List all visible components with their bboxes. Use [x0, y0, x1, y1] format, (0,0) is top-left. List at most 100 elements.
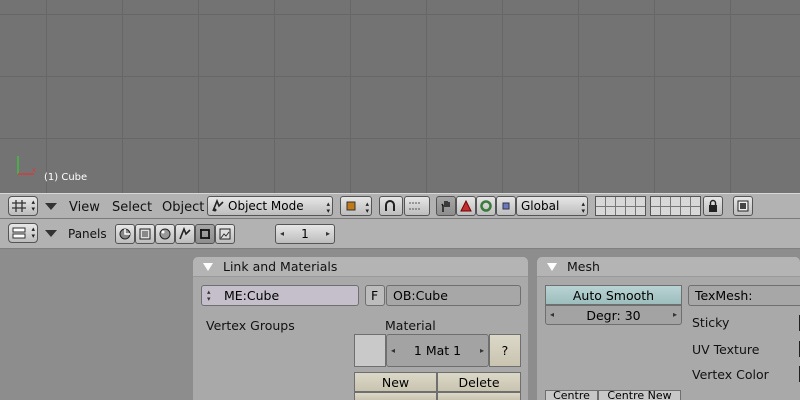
- object-datablock-value: OB:Cube: [393, 288, 448, 303]
- lock-toggle[interactable]: [703, 196, 723, 216]
- translate-manipulator[interactable]: [456, 196, 476, 216]
- updown-arrows-icon: ▴ ▾: [581, 200, 585, 215]
- hand-icon: [437, 196, 455, 216]
- panels-label: Panels: [68, 227, 107, 241]
- vertex-groups-label: Vertex Groups: [206, 318, 295, 333]
- buttons-window-header: ▴ ▾ Panels ◂ 1 ▸: [0, 219, 800, 249]
- orientation-label: Global: [521, 199, 560, 213]
- scene-image-icon: [216, 224, 234, 244]
- shading-context-button[interactable]: [155, 224, 175, 244]
- script-icon: [136, 224, 154, 244]
- mesh-datablock-field[interactable]: ▴ ▾ ME:Cube: [201, 285, 359, 306]
- collapse-menu-triangle-icon[interactable]: [45, 203, 57, 210]
- new-label: New: [381, 374, 410, 390]
- sphere-icon: [156, 224, 174, 244]
- collapse-menu-triangle-icon[interactable]: [45, 230, 57, 237]
- 3d-viewport[interactable]: x (1) Cube: [0, 0, 800, 193]
- updown-arrows-icon: ▴ ▾: [326, 200, 330, 215]
- orientation-selector[interactable]: Global ▴ ▾: [516, 196, 588, 216]
- buttons-panel-area: Link and Materials ▴ ▾ ME:Cube F OB:Cube …: [0, 249, 800, 400]
- new-material-button[interactable]: New: [354, 372, 437, 392]
- object-datablock-field[interactable]: OB:Cube: [386, 285, 521, 306]
- menu-object[interactable]: Object: [162, 200, 204, 215]
- deselect-material-button[interactable]: [437, 392, 521, 400]
- pivot-selector[interactable]: [379, 196, 403, 216]
- arrow-right-icon: ▸: [672, 310, 677, 319]
- logic-context-button[interactable]: [115, 224, 135, 244]
- texmesh-field[interactable]: TexMesh:: [688, 285, 800, 306]
- material-index-value: 1 Mat 1: [413, 343, 462, 358]
- lock-icon: [704, 196, 722, 216]
- arrow-left-icon: ◂: [391, 346, 396, 355]
- centre-new-button[interactable]: Centre New: [598, 390, 681, 400]
- collapse-triangle-icon[interactable]: [547, 262, 557, 271]
- script-context-button[interactable]: [135, 224, 155, 244]
- fake-user-label: F: [371, 288, 379, 303]
- scale-manipulator[interactable]: [496, 196, 516, 216]
- arrow-left-icon: ◂: [550, 310, 555, 319]
- layer-buttons-1[interactable]: [595, 196, 646, 216]
- layer-buttons-2[interactable]: [650, 196, 701, 216]
- link-and-materials-header[interactable]: Link and Materials: [193, 257, 528, 277]
- snap-icon: [405, 196, 425, 216]
- centre-button[interactable]: Centre: [545, 390, 598, 400]
- updown-arrows-icon: ▴ ▾: [31, 198, 35, 213]
- centre-new-label: Centre New: [607, 390, 672, 400]
- manipulator-toggle[interactable]: [436, 196, 456, 216]
- link-and-materials-panel: Link and Materials ▴ ▾ ME:Cube F OB:Cube …: [193, 257, 528, 400]
- object-context-button[interactable]: [175, 224, 195, 244]
- panel-title: Link and Materials: [223, 259, 338, 274]
- texmesh-label: TexMesh:: [695, 288, 753, 303]
- axis-gizmo-icon: x: [17, 156, 36, 175]
- object-label: (1) Cube: [44, 172, 88, 183]
- mode-label: Object Mode: [228, 199, 304, 213]
- svg-text:x: x: [32, 166, 36, 174]
- editor-type-selector-buttons[interactable]: ▴ ▾: [8, 223, 38, 243]
- material-help-button[interactable]: ?: [489, 334, 521, 367]
- uv-texture-label: UV Texture: [692, 342, 760, 357]
- degree-field[interactable]: ◂ Degr: 30 ▸: [545, 305, 682, 325]
- grid-icon: [12, 200, 26, 212]
- updown-arrows-icon: ▴ ▾: [31, 225, 35, 240]
- arrow-right-icon: ▸: [479, 346, 484, 355]
- ring-icon: [477, 196, 495, 216]
- solid-draw-icon: [341, 196, 361, 216]
- snap-toggle[interactable]: [404, 196, 430, 216]
- fake-user-button[interactable]: F: [365, 285, 385, 306]
- delete-label: Delete: [458, 374, 500, 390]
- menu-view[interactable]: View: [69, 200, 100, 215]
- mesh-panel: Mesh Auto Smooth ◂ Degr: 30 ▸ TexMesh: S…: [537, 257, 800, 400]
- frame-number-value: 1: [301, 227, 309, 241]
- mesh-datablock-value: ME:Cube: [224, 288, 280, 303]
- editing-square-icon: [196, 224, 214, 244]
- editor-type-selector[interactable]: ▴ ▾: [8, 196, 38, 216]
- rotate-manipulator[interactable]: [476, 196, 496, 216]
- material-help-label: ?: [501, 343, 509, 358]
- select-material-button[interactable]: [354, 392, 437, 400]
- square-icon: [497, 196, 515, 216]
- menu-select[interactable]: Select: [112, 200, 152, 215]
- mesh-panel-header[interactable]: Mesh: [537, 257, 800, 277]
- view3d-header: ▴ ▾ View Select Object Object Mode ▴ ▾ ▴ ▾: [0, 193, 800, 219]
- material-index-field[interactable]: ◂ 1 Mat 1 ▸: [386, 334, 489, 367]
- frame-number-field[interactable]: ◂ 1 ▸: [275, 224, 335, 244]
- object-mode-icon: [208, 196, 228, 216]
- collapse-triangle-icon[interactable]: [203, 262, 213, 271]
- editing-context-button[interactable]: [195, 224, 215, 244]
- triangle-icon: [457, 196, 475, 216]
- mode-selector[interactable]: Object Mode ▴ ▾: [207, 196, 333, 216]
- render-button[interactable]: [733, 196, 753, 216]
- material-color-swatch[interactable]: [354, 334, 386, 367]
- auto-smooth-label: Auto Smooth: [572, 287, 655, 303]
- delete-material-button[interactable]: Delete: [437, 372, 521, 392]
- updown-arrows-icon: ▴ ▾: [365, 200, 369, 215]
- buttons-window-icon: [12, 227, 26, 239]
- arrow-right-icon: ▸: [325, 229, 330, 238]
- auto-smooth-toggle[interactable]: Auto Smooth: [545, 285, 682, 305]
- draw-type-selector[interactable]: ▴ ▾: [340, 196, 372, 216]
- vertex-color-label: Vertex Color: [692, 367, 769, 382]
- scene-context-button[interactable]: [215, 224, 235, 244]
- material-label: Material: [385, 318, 436, 333]
- render-image-icon: [734, 196, 752, 216]
- logic-icon: [116, 224, 134, 244]
